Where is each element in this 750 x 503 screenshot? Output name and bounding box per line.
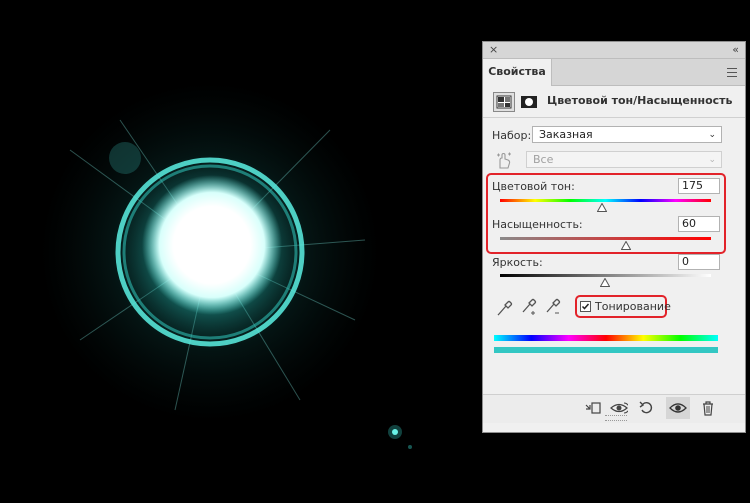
view-previous-state-icon[interactable] (610, 400, 628, 416)
eyedropper-icon[interactable] (496, 297, 514, 317)
divider (483, 117, 745, 118)
eye-icon (669, 403, 687, 413)
clip-to-layer-icon[interactable] (584, 400, 602, 416)
saturation-slider-track[interactable] (500, 237, 711, 240)
checkmark-icon (581, 303, 590, 310)
output-hue-bar (494, 347, 718, 353)
panel-menu-icon[interactable] (727, 65, 737, 79)
saturation-input[interactable]: 60 (678, 216, 720, 232)
trash-icon[interactable] (699, 400, 717, 416)
tab-properties[interactable]: Свойства (483, 59, 552, 86)
targeted-adjustment-hand-icon[interactable] (494, 151, 514, 171)
toggle-visibility-button[interactable] (666, 397, 690, 419)
colorize-checkbox[interactable] (580, 301, 591, 312)
preset-select[interactable]: Заказная ⌄ (532, 126, 722, 143)
hue-slider-track[interactable] (500, 199, 711, 202)
adjustment-title: Цветовой тон/Насыщенность (547, 94, 733, 107)
chevron-down-icon: ⌄ (708, 130, 716, 140)
hue-slider-thumb[interactable] (597, 203, 607, 212)
preset-value: Заказная (539, 128, 593, 141)
lightness-slider-track[interactable] (500, 274, 711, 277)
panel-footer (483, 394, 745, 423)
panel-tab-row: Свойства (483, 59, 745, 86)
colorize-label: Тонирование (595, 300, 671, 313)
panel-titlebar[interactable]: × « (483, 42, 745, 59)
eyedropper-add-icon[interactable] (520, 297, 538, 317)
chevron-down-icon: ⌄ (708, 155, 716, 165)
adjustment-header: Цветовой тон/Насыщенность (493, 92, 733, 114)
hue-label: Цветовой тон: (492, 180, 575, 193)
reset-icon[interactable] (638, 400, 656, 416)
channel-value: Все (533, 153, 554, 166)
channel-select[interactable]: Все ⌄ (526, 151, 722, 168)
close-icon[interactable]: × (489, 42, 498, 58)
layer-mask-icon[interactable] (519, 93, 539, 111)
preset-label: Набор: (492, 129, 532, 142)
hue-saturation-adjustment-icon[interactable] (493, 92, 515, 112)
resize-grip[interactable] (605, 415, 627, 421)
lightness-input[interactable]: 0 (678, 254, 720, 270)
eyedropper-subtract-icon[interactable] (544, 297, 562, 317)
lightness-label: Яркость: (492, 256, 543, 269)
input-hue-bar (494, 335, 718, 341)
properties-panel: × « Свойства Цветовой тон/Насыщенность Н… (482, 41, 746, 433)
lightness-slider-thumb[interactable] (600, 278, 610, 287)
hue-input[interactable]: 175 (678, 178, 720, 194)
saturation-label: Насыщенность: (492, 218, 583, 231)
saturation-slider-thumb[interactable] (621, 241, 631, 250)
collapse-icon[interactable]: « (732, 42, 739, 58)
